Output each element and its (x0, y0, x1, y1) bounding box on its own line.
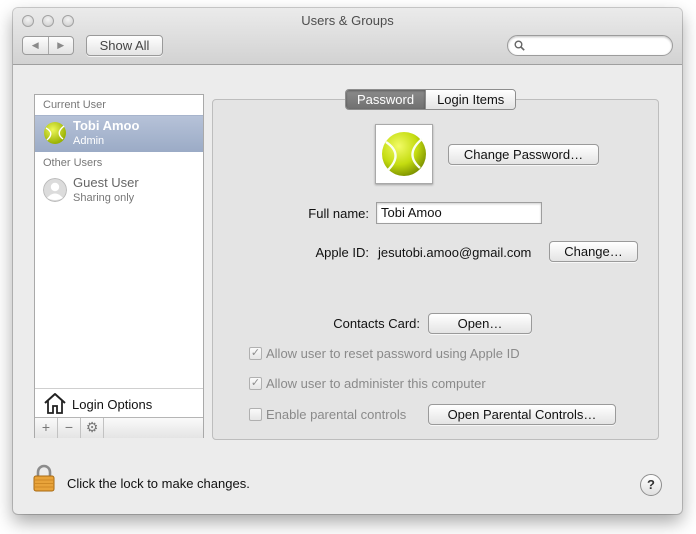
other-users-header: Other Users (43, 157, 103, 169)
tab-bar: Password Login Items (345, 89, 517, 110)
user-role: Sharing only (73, 192, 135, 204)
users-groups-window: Users & Groups ◀ ▶ Show All Current User (13, 8, 682, 514)
tennis-ball-picture-icon (382, 132, 426, 176)
forward-button[interactable]: ▶ (47, 37, 74, 54)
house-icon (44, 393, 66, 414)
gear-icon[interactable]: ⚙ (81, 418, 104, 438)
tab-password[interactable]: Password (346, 90, 426, 109)
add-user-button[interactable]: + (35, 418, 58, 438)
lock-message: Click the lock to make changes. (67, 476, 250, 491)
user-picture[interactable] (375, 124, 433, 184)
contacts-card-label: Contacts Card: (333, 316, 420, 331)
login-options-label: Login Options (72, 397, 153, 412)
user-name: Tobi Amoo (73, 118, 140, 133)
full-name-field[interactable]: Tobi Amoo (376, 202, 542, 224)
apple-id-value: jesutobi.amoo@gmail.com (378, 245, 532, 260)
list-toolbar: + − ⚙ (35, 417, 203, 438)
change-apple-id-button[interactable]: Change… (549, 241, 638, 262)
user-role: Admin (73, 135, 105, 147)
back-button[interactable]: ◀ (23, 37, 48, 54)
open-parental-controls-button[interactable]: Open Parental Controls… (428, 404, 616, 425)
title-bar: Users & Groups ◀ ▶ Show All (13, 8, 682, 65)
tab-login-items[interactable]: Login Items (425, 90, 516, 109)
users-list: Current User Tobi Amoo Admin Other Users… (34, 94, 204, 438)
login-options-item[interactable]: Login Options (35, 388, 203, 418)
parental-controls-label: Enable parental controls (266, 407, 407, 422)
open-contacts-card-button[interactable]: Open… (428, 313, 532, 334)
show-all-button[interactable]: Show All (86, 35, 163, 56)
allow-admin-checkbox[interactable]: ✓ (249, 377, 262, 390)
tennis-ball-avatar-icon (44, 122, 66, 144)
remove-user-button[interactable]: − (58, 418, 81, 438)
help-button[interactable]: ? (640, 474, 662, 496)
user-item-guest[interactable]: Guest User Sharing only (35, 173, 203, 209)
search-icon (514, 40, 525, 51)
back-forward-control: ◀ ▶ (22, 36, 74, 55)
lock-icon[interactable] (32, 464, 56, 492)
forward-arrow-icon: ▶ (57, 40, 65, 50)
parental-controls-checkbox[interactable] (249, 408, 262, 421)
back-arrow-icon: ◀ (31, 40, 39, 50)
change-password-button[interactable]: Change Password… (448, 144, 599, 165)
guest-user-icon (43, 178, 67, 202)
current-user-header: Current User (43, 99, 106, 111)
window-title: Users & Groups (301, 13, 394, 28)
user-item-tobi-amoo[interactable]: Tobi Amoo Admin (35, 115, 203, 152)
allow-reset-checkbox[interactable]: ✓ (249, 347, 262, 360)
allow-admin-label: Allow user to administer this computer (266, 376, 486, 391)
full-name-label: Full name: (308, 206, 369, 221)
apple-id-label: Apple ID: (315, 245, 369, 260)
allow-reset-label: Allow user to reset password using Apple… (266, 346, 520, 361)
user-name: Guest User (73, 175, 139, 190)
search-input[interactable] (507, 35, 673, 56)
